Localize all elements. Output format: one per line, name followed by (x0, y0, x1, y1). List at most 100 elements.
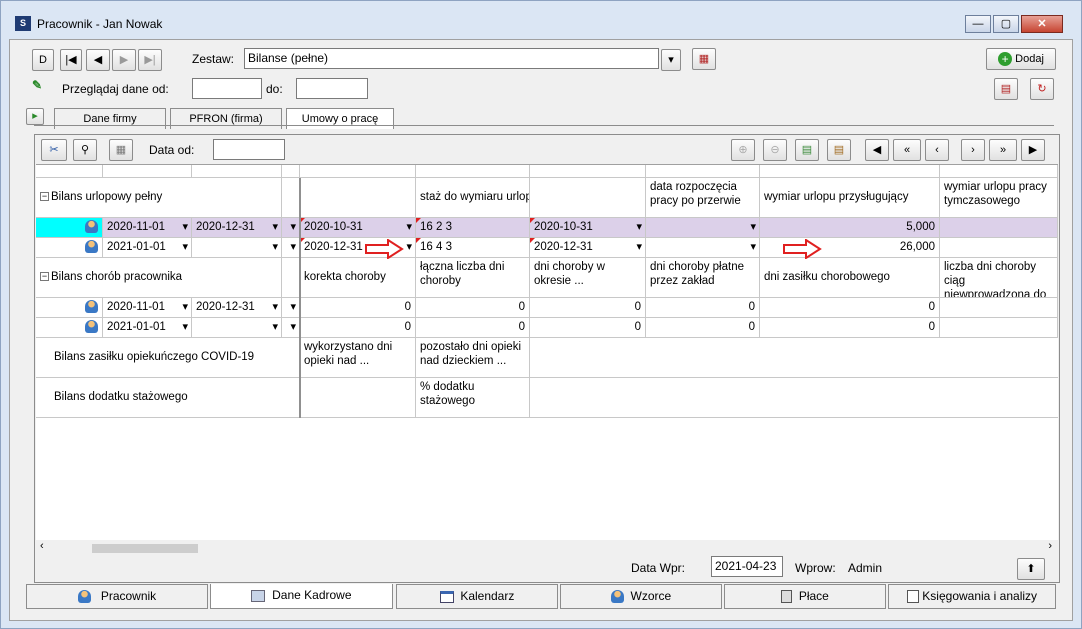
scroll-prev-icon[interactable]: ◀ (865, 139, 889, 161)
choroby-row1-to[interactable]: 2020-12-31 (192, 298, 282, 318)
group-choroby[interactable]: − Bilans chorób pracownika (36, 258, 282, 298)
urlop-row2-c6[interactable] (940, 238, 1058, 258)
bottom-tab-label: Kalendarz (460, 589, 515, 603)
choroby-row2-v6[interactable] (940, 318, 1058, 338)
date-to-input[interactable] (296, 78, 368, 99)
collapse-icon[interactable]: − (40, 272, 49, 282)
urlop-row1-c2[interactable]: 16 2 3 (416, 218, 530, 238)
nav-end-icon[interactable]: ▶| (138, 49, 162, 71)
choroby-row2-v1[interactable]: 0 (300, 318, 416, 338)
bottom-tab-label: Wzorce (630, 589, 672, 603)
bottom-tab-kalendarz[interactable]: Kalendarz (396, 584, 558, 609)
choroby-row1-v1[interactable]: 0 (300, 298, 416, 318)
tools-icon[interactable]: ✂ (41, 139, 67, 161)
header-dni-platne: dni choroby płatne przez zakład (646, 258, 760, 298)
choroby-row1-v6[interactable] (940, 298, 1058, 318)
choroby-row2-to[interactable] (192, 318, 282, 338)
urlop-row1-to[interactable]: 2020-12-31 (192, 218, 282, 238)
bottom-tab-label: Dane Kadrowe (272, 588, 352, 602)
urlop-row1-c6[interactable] (940, 218, 1058, 238)
row-selector[interactable] (36, 218, 103, 238)
minimize-button[interactable]: — (965, 15, 991, 33)
choroby-row2-v3[interactable]: 0 (530, 318, 646, 338)
calculator-icon[interactable]: ▦ (109, 139, 133, 161)
row-selector[interactable] (36, 298, 103, 318)
bottom-tab-wzorce[interactable]: Wzorce (560, 584, 722, 609)
grid-add-icon[interactable]: ▤ (795, 139, 819, 161)
zestaw-dropdown-icon[interactable]: ▾ (661, 49, 681, 71)
nav-first-button[interactable]: D (32, 49, 54, 71)
data-wpr-input[interactable]: 2021-04-23 (711, 556, 783, 577)
urlop-row1-c3[interactable]: 2020-10-31 (530, 218, 646, 238)
choroby-row1-v2[interactable]: 0 (416, 298, 530, 318)
choroby-row2-from[interactable]: 2021-01-01 (103, 318, 192, 338)
remove-row-icon[interactable]: ⊖ (763, 139, 787, 161)
urlop-row2-from[interactable]: 2021-01-01 (103, 238, 192, 258)
grid-remove-icon[interactable]: ▤ (827, 139, 851, 161)
choroby-row1-from[interactable]: 2020-11-01 (103, 298, 192, 318)
urlop-row2-dd[interactable] (282, 238, 300, 258)
scroll-right-icon[interactable]: › (961, 139, 985, 161)
choroby-row1-v4[interactable]: 0 (646, 298, 760, 318)
choroby-row2-v4[interactable]: 0 (646, 318, 760, 338)
choroby-row1-dd[interactable] (282, 298, 300, 318)
maximize-button[interactable]: ▢ (993, 15, 1019, 33)
urlop-row2-c2[interactable]: 16 4 3 (416, 238, 530, 258)
group-stazowy[interactable]: Bilans dodatku stażowego (36, 378, 300, 418)
urlop-row1-from[interactable]: 2020-11-01 (103, 218, 192, 238)
close-button[interactable]: ✕ (1021, 15, 1063, 33)
scroll-first-icon[interactable]: « (893, 139, 921, 161)
bottom-tab-place[interactable]: Płace (724, 584, 886, 609)
nav-begin-icon[interactable]: |◀ (60, 49, 82, 71)
urlop-row1-c1[interactable]: 2020-10-31 (300, 218, 416, 238)
scroll-right-arrow-icon[interactable]: › (1048, 540, 1052, 552)
tabs-expand-icon[interactable]: ▸ (26, 108, 44, 125)
bottom-tab-dane-kadrowe[interactable]: Dane Kadrowe (210, 584, 393, 609)
person-icon (85, 220, 98, 233)
edit-pencil-icon[interactable]: ✎ (32, 78, 46, 92)
bottom-tab-ksiegowania[interactable]: Księgowania i analizy (888, 584, 1056, 609)
data-od-label: Data od: (149, 143, 195, 157)
row-selector[interactable] (36, 238, 103, 258)
zestaw-select[interactable]: Bilanse (pełne) (244, 48, 659, 69)
scroll-left-arrow-icon[interactable]: ‹ (40, 540, 44, 552)
data-od-input[interactable] (213, 139, 285, 160)
scroll-thumb[interactable] (92, 544, 198, 553)
collapse-icon[interactable]: − (40, 192, 49, 202)
nav-prev-icon[interactable]: ◀ (86, 49, 110, 71)
urlop-row1-c4[interactable] (646, 218, 760, 238)
urlop-row1-c5[interactable]: 5,000 (760, 218, 940, 238)
choroby-row2-v2[interactable]: 0 (416, 318, 530, 338)
choroby-row1-v3[interactable]: 0 (530, 298, 646, 318)
urlop-row2-to[interactable] (192, 238, 282, 258)
main-window: S Pracownik - Jan Nowak — ▢ ✕ D |◀ ◀ ▶ ▶… (0, 0, 1082, 629)
group-urlop[interactable]: − Bilans urlopowy pełny (36, 178, 282, 218)
calculator-icon (781, 590, 793, 604)
add-row-icon[interactable]: ⊕ (731, 139, 755, 161)
empty-cell (530, 378, 1058, 418)
choroby-row1-v5[interactable]: 0 (760, 298, 940, 318)
scroll-left-icon[interactable]: ‹ (925, 139, 949, 161)
choroby-row2-dd[interactable] (282, 318, 300, 338)
group-covid[interactable]: Bilans zasiłku opiekuńczego COVID-19 (36, 338, 300, 378)
urlop-row2-c4[interactable] (646, 238, 760, 258)
scroll-last-icon[interactable]: » (989, 139, 1017, 161)
urlop-row1-c3-value: 2020-10-31 (534, 221, 593, 233)
urlop-row2-c3[interactable]: 2020-12-31 (530, 238, 646, 258)
scroll-next-icon[interactable]: ▶ (1021, 139, 1045, 161)
arrow-up-icon[interactable]: ⬆ (1017, 558, 1045, 580)
window-title: Pracownik - Jan Nowak (37, 17, 163, 31)
row-selector[interactable] (36, 318, 103, 338)
search-icon[interactable]: ⚲ (73, 139, 97, 161)
horizontal-scrollbar[interactable]: ‹ › (36, 540, 1058, 556)
date-from-input[interactable] (192, 78, 262, 99)
nav-next-icon[interactable]: ▶ (112, 49, 136, 71)
urlop-row1-dd[interactable] (282, 218, 300, 238)
choroby-row2-v5[interactable]: 0 (760, 318, 940, 338)
add-button[interactable]: + Dodaj (986, 48, 1056, 70)
bottom-tab-pracownik[interactable]: Pracownik (26, 584, 208, 609)
zestaw-settings-icon[interactable]: ▦ (692, 48, 716, 70)
calendar-icon (439, 590, 454, 603)
refresh-icon[interactable]: ↻ (1030, 78, 1054, 100)
chart-icon[interactable]: ▤ (994, 78, 1018, 100)
